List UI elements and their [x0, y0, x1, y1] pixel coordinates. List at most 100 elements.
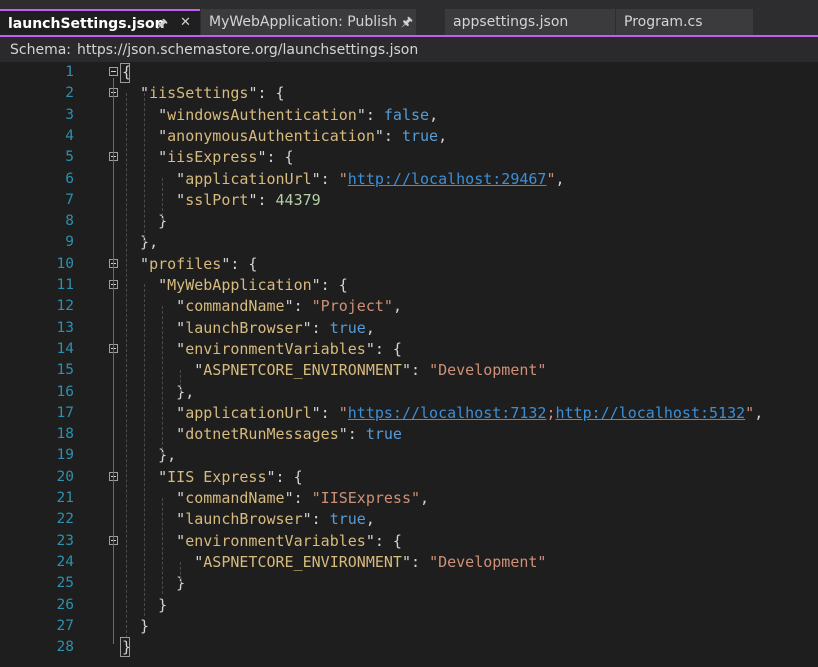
code-text[interactable]: "ASPNETCORE_ENVIRONMENT": "Development" [122, 360, 546, 381]
code-line[interactable]: 23 "environmentVariables": { [0, 531, 818, 552]
code-text[interactable]: "applicationUrl": "https://localhost:713… [122, 403, 763, 424]
code-line[interactable]: 19 }, [0, 445, 818, 466]
punctuation: " [122, 489, 186, 507]
code-line[interactable]: 17 "applicationUrl": "https://localhost:… [0, 403, 818, 424]
code-text[interactable]: "iisSettings": { [122, 83, 285, 104]
code-line[interactable]: 16 }, [0, 382, 818, 403]
code-text[interactable]: "launchBrowser": true, [122, 509, 375, 530]
pin-icon[interactable]: 🖈 [401, 13, 413, 35]
code-text[interactable]: "launchBrowser": true, [122, 318, 375, 339]
line-number: 22 [56, 511, 74, 528]
code-text[interactable]: "environmentVariables": { [122, 531, 402, 552]
tab-launchsettings-json[interactable]: launchSettings.json 🖈 ✕ [0, 9, 200, 35]
code-line[interactable]: 21 "commandName": "IISExpress", [0, 488, 818, 509]
json-key: environmentVariables [185, 339, 366, 358]
code-text[interactable]: "profiles": { [122, 254, 257, 275]
code-text[interactable]: "dotnetRunMessages": true [122, 424, 402, 445]
code-text[interactable]: "applicationUrl": "http://localhost:2946… [122, 169, 564, 190]
line-number: 9 [65, 234, 74, 251]
code-line[interactable]: 3 "windowsAuthentication": false, [0, 105, 818, 126]
punctuation: ": { [365, 531, 402, 550]
code-text[interactable]: "iisExpress": { [122, 147, 293, 168]
code-line[interactable]: 4 "anonymousAuthentication": true, [0, 126, 818, 147]
code-line[interactable]: 20 "IIS Express": { [0, 467, 818, 488]
punctuation: ": [401, 361, 430, 380]
pin-icon[interactable]: 🖈 [156, 15, 168, 37]
code-text[interactable]: "commandName": "IISExpress", [122, 488, 429, 509]
line-number: 24 [56, 553, 74, 570]
code-line[interactable]: 11 "MyWebApplication": { [0, 275, 818, 296]
code-line[interactable]: 9 }, [0, 232, 818, 253]
punctuation: , [754, 403, 764, 422]
json-key: launchBrowser [185, 318, 303, 337]
code-line[interactable]: 5 "iisExpress": { [0, 147, 818, 168]
code-text[interactable]: "ASPNETCORE_ENVIRONMENT": "Development" [122, 552, 546, 573]
line-number: 3 [65, 106, 74, 123]
json-string: " [745, 403, 755, 422]
punctuation: ": [374, 126, 402, 145]
tab-mywebapplication-publish[interactable]: MyWebApplication: Publish 🖈 [201, 9, 416, 35]
code-line[interactable]: 22 "launchBrowser": true, [0, 509, 818, 530]
code-text[interactable]: "sslPort": 44379 [122, 190, 321, 211]
code-line[interactable]: 13 "launchBrowser": true, [0, 318, 818, 339]
code-line[interactable]: 2 "iisSettings": { [0, 83, 818, 104]
code-line[interactable]: 15 "ASPNETCORE_ENVIRONMENT": "Developmen… [0, 360, 818, 381]
close-icon[interactable]: ✕ [180, 15, 191, 30]
url-link[interactable]: http://localhost:5132 [556, 404, 746, 422]
json-key: commandName [185, 297, 285, 316]
json-key: IIS Express [167, 467, 267, 486]
punctuation: , [392, 297, 402, 316]
code-line[interactable]: 12 "commandName": "Project", [0, 296, 818, 317]
url-link[interactable]: https://localhost:7132 [348, 404, 547, 422]
code-editor[interactable]: 1{2 "iisSettings": {3 "windowsAuthentica… [0, 62, 818, 667]
code-text[interactable]: }, [122, 445, 176, 466]
json-key: environmentVariables [185, 531, 366, 550]
code-text[interactable]: } [122, 573, 185, 594]
json-key: launchBrowser [185, 510, 303, 529]
url-link[interactable]: http://localhost:29467 [348, 170, 547, 188]
code-line[interactable]: 25 } [0, 573, 818, 594]
code-line[interactable]: 6 "applicationUrl": "http://localhost:29… [0, 169, 818, 190]
punctuation: , [365, 510, 375, 529]
code-text[interactable]: }, [122, 232, 158, 253]
json-key: commandName [185, 489, 285, 507]
punctuation: , [429, 105, 439, 124]
json-boolean: false [383, 105, 430, 124]
line-number: 5 [65, 149, 74, 166]
line-number: 11 [56, 277, 74, 293]
line-number: 2 [65, 85, 74, 102]
json-key: anonymousAuthentication [167, 126, 375, 145]
code-text[interactable]: "MyWebApplication": { [122, 275, 348, 296]
punctuation: ": [302, 318, 330, 337]
code-text[interactable]: "IIS Express": { [122, 467, 303, 488]
code-line[interactable]: 26 } [0, 595, 818, 616]
code-line[interactable]: 8 } [0, 211, 818, 232]
code-text[interactable]: "commandName": "Project", [122, 296, 402, 317]
tab-label: launchSettings.json [8, 15, 165, 32]
code-text[interactable]: }, [122, 382, 194, 403]
code-line[interactable]: 18 "dotnetRunMessages": true [0, 424, 818, 445]
punctuation: ": [401, 552, 430, 571]
code-line[interactable]: 24 "ASPNETCORE_ENVIRONMENT": "Developmen… [0, 552, 818, 573]
code-line[interactable]: 7 "sslPort": 44379 [0, 190, 818, 211]
code-line[interactable]: 27 } [0, 616, 818, 637]
indent-guide [144, 284, 145, 616]
tab-appsettings-json[interactable]: appsettings.json [445, 9, 615, 35]
code-text[interactable]: "anonymousAuthentication": true, [122, 126, 447, 147]
code-text[interactable]: "environmentVariables": { [122, 339, 402, 360]
punctuation: ": { [266, 467, 303, 486]
punctuation: } [122, 574, 186, 593]
line-number: 25 [56, 575, 74, 592]
collapse-icon[interactable] [109, 67, 118, 76]
code-line[interactable]: 10 "profiles": { [0, 254, 818, 275]
schema-url[interactable]: https://json.schemastore.org/launchsetti… [77, 42, 418, 58]
line-number: 7 [65, 191, 74, 208]
tab-program-cs[interactable]: Program.cs [616, 9, 753, 35]
punctuation: ": { [311, 276, 348, 294]
line-number: 26 [56, 596, 74, 613]
line-number: 16 [56, 383, 74, 400]
line-number: 20 [56, 468, 74, 485]
json-boolean: true [365, 425, 402, 444]
code-line[interactable]: 14 "environmentVariables": { [0, 339, 818, 360]
code-text[interactable]: "windowsAuthentication": false, [122, 105, 438, 126]
